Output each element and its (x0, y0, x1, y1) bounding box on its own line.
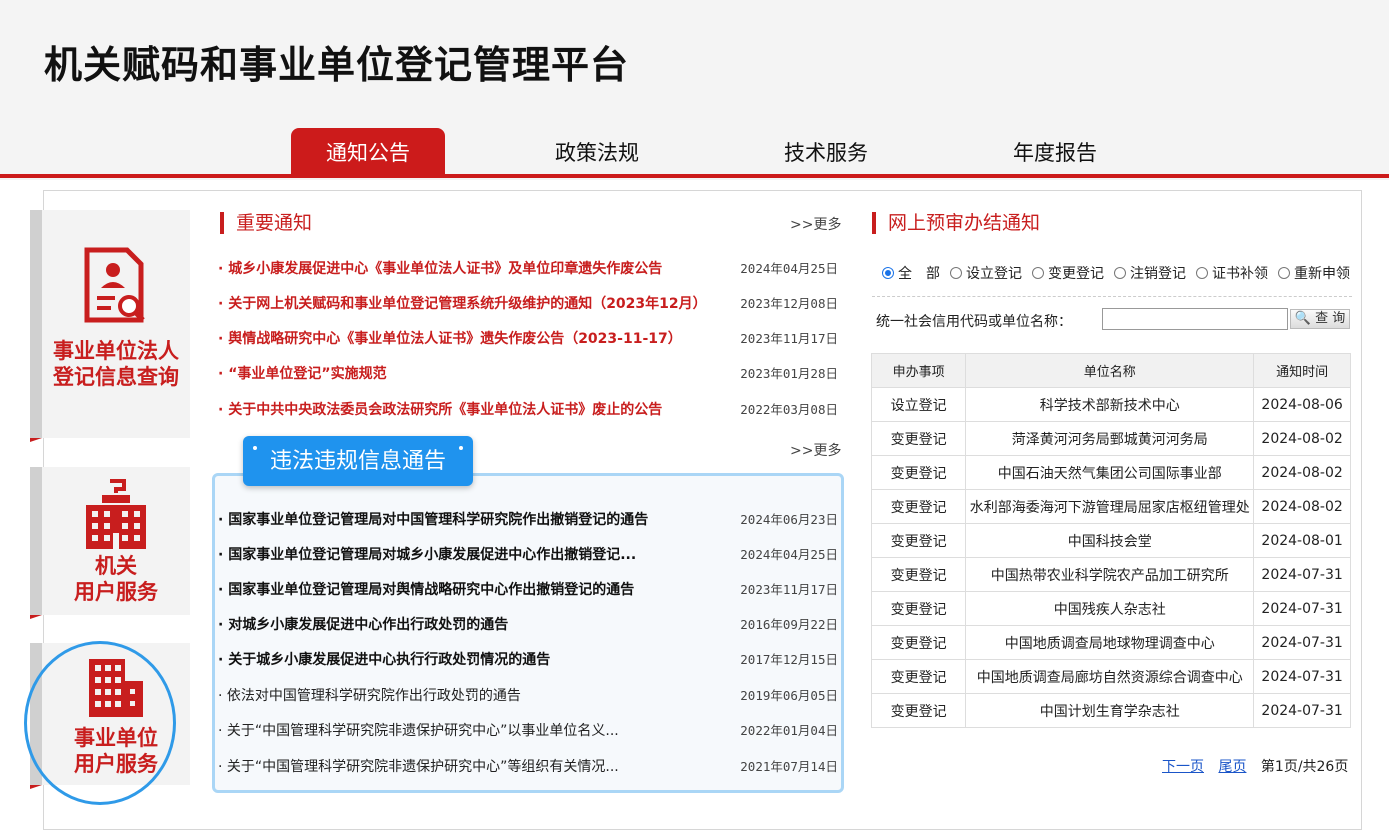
important-notices-title: 重要通知 (220, 212, 312, 234)
tile-government-user-service[interactable]: 机关 用户服务 (30, 467, 190, 619)
tile-corner (30, 785, 42, 789)
table-row: 变更登记 中国石油天然气集团公司国际事业部 2024-08-02 (870, 455, 1351, 490)
tab-annual-report[interactable]: 年度报告 (978, 128, 1132, 174)
table-row: 变更登记 中国科技会堂 2024-08-01 (870, 523, 1351, 558)
list-item[interactable]: · 舆情战略研究中心《事业单位法人证书》遗失作废公告（2023-11-17） 20… (218, 328, 838, 352)
radio-all[interactable]: 全 部 (882, 262, 940, 284)
pagination: 下一页 尾页 第1页/共26页 (1162, 756, 1348, 776)
search-input[interactable] (1102, 308, 1288, 330)
list-item[interactable]: · 国家事业单位登记管理局对城乡小康发展促进中心作出撤销登记... 2024年04… (218, 544, 838, 568)
list-item[interactable]: · 关于中共中央政法委员会政法研究所《事业单位法人证书》废止的公告 2022年03… (218, 399, 838, 423)
important-more-link[interactable]: >>更多 (790, 214, 841, 234)
table-row: 变更登记 中国地质调查局廊坊自然资源综合调查中心 2024-07-31 (870, 659, 1351, 694)
radio-reapply[interactable]: 重新申领 (1278, 262, 1350, 284)
table-header-row: 申办事项 单位名称 通知时间 (870, 353, 1351, 388)
table-row: 变更登记 中国地质调查局地球物理调查中心 2024-07-31 (870, 625, 1351, 660)
pretrial-title: 网上预审办结通知 (872, 212, 1040, 234)
radio-indicator (1278, 267, 1290, 279)
radio-reissue[interactable]: 证书补领 (1196, 262, 1268, 284)
next-page-link[interactable]: 下一页 (1162, 759, 1204, 775)
nav-underline (0, 174, 1389, 178)
tile-legal-person-query[interactable]: 事业单位法人 登记信息查询 (30, 210, 190, 442)
tile-institution-user-service[interactable]: 事业单位 用户服务 (30, 643, 190, 789)
radio-indicator (1032, 267, 1044, 279)
office-building-icon (42, 657, 190, 723)
pretrial-table: 申办事项 单位名称 通知时间 设立登记 科学技术部新技术中心 2024-08-06 … (870, 353, 1351, 728)
page-info: 第1页/共26页 (1260, 759, 1349, 775)
last-page-link[interactable]: 尾页 (1218, 759, 1246, 775)
list-item[interactable]: · 依法对中国管理科学研究院作出行政处罚的通告 2019年06月05日 (218, 685, 838, 709)
violations-more-link[interactable]: >>更多 (790, 440, 841, 460)
table-row: 变更登记 中国残疾人杂志社 2024-07-31 (870, 591, 1351, 626)
search-icon: 🔍 (1294, 311, 1311, 326)
tile-label: 机关 用户服务 (74, 554, 158, 604)
search-button[interactable]: 🔍 查 询 (1290, 309, 1350, 329)
list-item[interactable]: · 关于网上机关赋码和事业单位登记管理系统升级维护的通知（2023年12月） 20… (218, 293, 838, 317)
radio-cancel[interactable]: 注销登记 (1114, 262, 1186, 284)
list-item[interactable]: · 对城乡小康发展促进中心作出行政处罚的通告 2016年09月22日 (218, 614, 838, 638)
site-title: 机关赋码和事业单位登记管理平台 (44, 43, 630, 87)
radio-change[interactable]: 变更登记 (1032, 262, 1104, 284)
radio-indicator (950, 267, 962, 279)
tile-corner (30, 438, 42, 442)
list-item[interactable]: · 国家事业单位登记管理局对舆情战略研究中心作出撤销登记的通告 2023年11月1… (218, 579, 838, 603)
tile-label: 事业单位 用户服务 (74, 726, 158, 776)
tab-notices[interactable]: 通知公告 (291, 128, 445, 174)
violations-title-badge: 违法违规信息通告 (243, 436, 473, 486)
list-item[interactable]: · 城乡小康发展促进中心《事业单位法人证书》及单位印章遗失作废公告 2024年04… (218, 258, 838, 282)
radio-indicator (1196, 267, 1208, 279)
column-header: 通知时间 (1253, 353, 1351, 388)
tile-corner (30, 615, 42, 619)
list-item[interactable]: · 关于“中国管理科学研究院非遗保护研究中心”等组织有关情况... 2021年07… (218, 756, 838, 780)
filter-radio-group: 全 部 设立登记 变更登记 注销登记 证书补领 重新申领 (882, 262, 1352, 284)
table-row: 变更登记 中国热带农业科学院农产品加工研究所 2024-07-31 (870, 557, 1351, 592)
certificate-search-icon (42, 246, 190, 330)
divider (872, 296, 1352, 297)
tab-policies[interactable]: 政策法规 (520, 128, 674, 174)
tile-label: 事业单位法人 登记信息查询 (53, 339, 179, 389)
list-item[interactable]: · “事业单位登记”实施规范 2023年01月28日 (218, 363, 838, 387)
table-row: 变更登记 中国计划生育学杂志社 2024-07-31 (870, 693, 1351, 728)
radio-indicator (1114, 267, 1126, 279)
list-item[interactable]: · 国家事业单位登记管理局对中国管理科学研究院作出撤销登记的通告 2024年06月… (218, 509, 838, 533)
main-nav: 通知公告 政策法规 技术服务 年度报告 (0, 128, 1389, 174)
table-row: 变更登记 菏泽黄河河务局鄄城黄河河务局 2024-08-02 (870, 421, 1351, 456)
column-header: 单位名称 (965, 353, 1255, 388)
table-row: 变更登记 水利部海委海河下游管理局屈家店枢纽管理处 2024-08-02 (870, 489, 1351, 524)
tab-tech-service[interactable]: 技术服务 (749, 128, 903, 174)
list-item[interactable]: · 关于城乡小康发展促进中心执行行政处罚情况的通告 2017年12月15日 (218, 649, 838, 673)
column-header: 申办事项 (870, 353, 967, 388)
radio-indicator (882, 267, 894, 279)
government-building-icon (42, 479, 190, 555)
search-label: 统一社会信用代码或单位名称： (876, 314, 1072, 330)
list-item[interactable]: · 关于“中国管理科学研究院非遗保护研究中心”以事业单位名义... 2022年01… (218, 720, 838, 744)
header: 机关赋码和事业单位登记管理平台 通知公告 政策法规 技术服务 年度报告 (0, 0, 1389, 180)
table-row: 设立登记 科学技术部新技术中心 2024-08-06 (870, 387, 1351, 422)
radio-establish[interactable]: 设立登记 (950, 262, 1022, 284)
